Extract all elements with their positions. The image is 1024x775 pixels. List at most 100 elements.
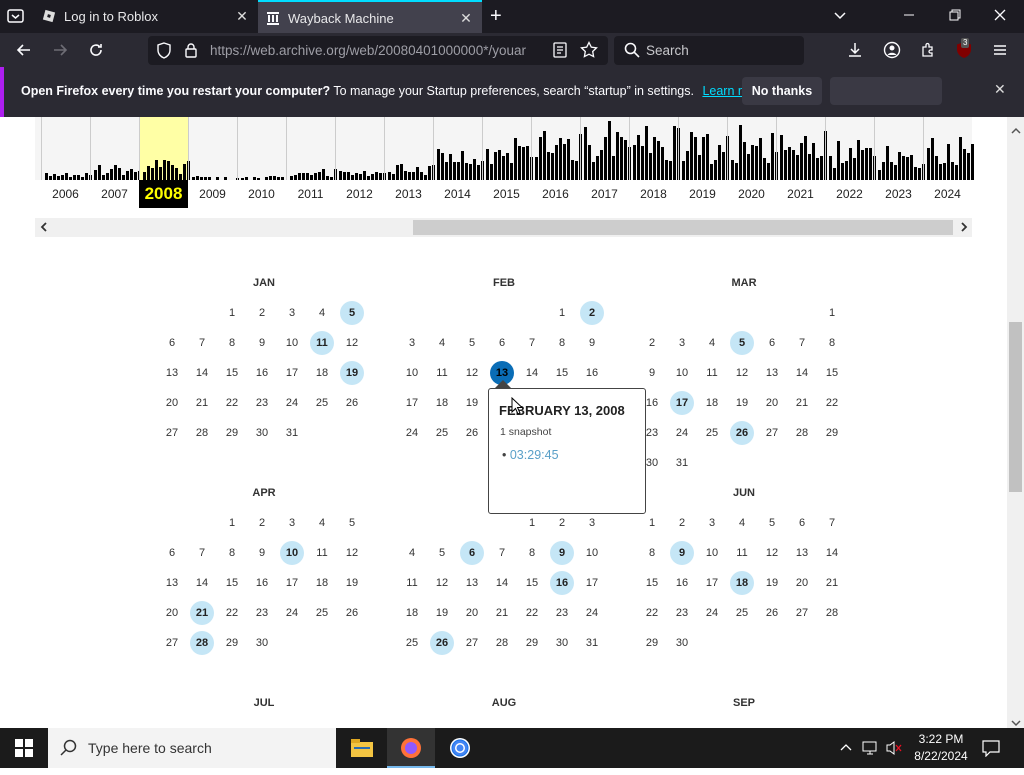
lock-icon[interactable] — [184, 42, 198, 64]
histogram-year-2011[interactable] — [286, 117, 337, 180]
year-2006[interactable]: 2006 — [41, 180, 90, 208]
tab-list-icon[interactable] — [7, 8, 25, 24]
shield-icon[interactable] — [156, 42, 172, 64]
snapshot-day[interactable]: 6 — [460, 541, 484, 565]
year-2024[interactable]: 2024 — [923, 180, 972, 208]
network-icon[interactable] — [862, 740, 878, 761]
close-icon[interactable]: ✕ — [994, 81, 1006, 98]
snapshot-day[interactable]: 18 — [730, 571, 754, 595]
page-scroll-thumb[interactable] — [1009, 322, 1022, 492]
year-2015[interactable]: 2015 — [482, 180, 531, 208]
histogram-year-2017[interactable] — [580, 117, 631, 180]
histogram-year-2007[interactable] — [90, 117, 141, 180]
chevron-up-icon[interactable] — [840, 741, 852, 759]
address-bar[interactable]: https://web.archive.org/web/200804010000… — [148, 36, 608, 65]
notifications-icon[interactable] — [982, 739, 1000, 762]
year-2020[interactable]: 2020 — [727, 180, 776, 208]
snapshot-day[interactable]: 16 — [550, 571, 574, 595]
tab-wayback[interactable]: Wayback Machine ✕ — [258, 0, 482, 33]
snapshot-day[interactable]: 28 — [190, 631, 214, 655]
clock-date[interactable]: 8/22/2024 — [910, 749, 972, 763]
year-2007[interactable]: 2007 — [90, 180, 139, 208]
extensions-icon[interactable] — [916, 38, 940, 62]
snapshot-day[interactable]: 17 — [670, 391, 694, 415]
histogram-year-2014[interactable] — [433, 117, 484, 180]
histogram-year-2019[interactable] — [678, 117, 729, 180]
forward-button[interactable] — [48, 38, 72, 62]
snapshot-day[interactable]: 9 — [550, 541, 574, 565]
histogram-year-2012[interactable] — [335, 117, 386, 180]
ublock-origin-icon[interactable]: 3 — [952, 38, 976, 62]
minimize-button[interactable] — [902, 8, 916, 22]
snapshot-day[interactable]: 10 — [280, 541, 304, 565]
year-2012[interactable]: 2012 — [335, 180, 384, 208]
histogram-year-2009[interactable] — [188, 117, 239, 180]
file-explorer-icon[interactable] — [338, 728, 386, 768]
tab-roblox[interactable]: Log in to Roblox ✕ — [34, 0, 258, 33]
year-2017[interactable]: 2017 — [580, 180, 629, 208]
close-window-button[interactable] — [993, 8, 1007, 22]
histogram-year-2018[interactable] — [629, 117, 680, 180]
histogram-year-2013[interactable] — [384, 117, 435, 180]
taskbar-search[interactable]: Type here to search — [48, 728, 336, 768]
year-2014[interactable]: 2014 — [433, 180, 482, 208]
scroll-left-icon[interactable] — [39, 220, 49, 237]
year-2009[interactable]: 2009 — [188, 180, 237, 208]
chrome-taskbar-icon[interactable] — [436, 728, 484, 768]
snapshot-day[interactable]: 26 — [430, 631, 454, 655]
volume-muted-icon[interactable] — [885, 740, 903, 761]
close-tab-icon[interactable]: ✕ — [458, 10, 474, 26]
snapshot-day[interactable]: 2 — [580, 301, 604, 325]
snapshot-day[interactable]: 5 — [730, 331, 754, 355]
snapshot-time-link[interactable]: 03:29:45 — [502, 448, 559, 462]
scroll-up-icon[interactable] — [1011, 121, 1021, 139]
year-2008[interactable]: 2008 — [139, 180, 188, 208]
reader-view-icon[interactable] — [552, 42, 568, 63]
search-box[interactable]: Search — [614, 36, 804, 65]
secondary-action-button[interactable] — [830, 77, 942, 105]
year-2022[interactable]: 2022 — [825, 180, 874, 208]
year-2023[interactable]: 2023 — [874, 180, 923, 208]
chevron-down-icon[interactable] — [832, 7, 848, 26]
page-scrollbar[interactable] — [1007, 117, 1024, 728]
snapshot-day[interactable]: 11 — [310, 331, 334, 355]
year-2013[interactable]: 2013 — [384, 180, 433, 208]
snapshot-day[interactable]: 5 — [340, 301, 364, 325]
histogram-year-2010[interactable] — [237, 117, 286, 180]
windows-start-icon[interactable] — [0, 728, 48, 768]
firefox-taskbar-icon[interactable] — [387, 728, 435, 768]
reload-button[interactable] — [84, 38, 108, 62]
close-tab-icon[interactable]: ✕ — [234, 8, 250, 24]
snapshot-day[interactable]: 19 — [340, 361, 364, 385]
histogram-year-2023[interactable] — [874, 117, 925, 180]
year-2016[interactable]: 2016 — [531, 180, 580, 208]
histogram-year-2021[interactable] — [776, 117, 827, 180]
scroll-right-icon[interactable] — [959, 220, 969, 239]
downloads-icon[interactable] — [843, 38, 867, 62]
url-text[interactable]: https://web.archive.org/web/200804010000… — [210, 43, 550, 58]
histogram-year-2015[interactable] — [482, 117, 533, 180]
histogram-year-2024[interactable] — [923, 117, 974, 180]
back-button[interactable] — [12, 38, 36, 62]
year-2018[interactable]: 2018 — [629, 180, 678, 208]
histogram-year-2020[interactable] — [727, 117, 778, 180]
restore-button[interactable] — [948, 8, 962, 22]
account-icon[interactable] — [880, 38, 904, 62]
histogram-year-2008[interactable] — [139, 117, 190, 180]
new-tab-button[interactable]: + — [490, 6, 502, 26]
histogram-year-2022[interactable] — [825, 117, 876, 180]
snapshot-day[interactable]: 21 — [190, 601, 214, 625]
snapshot-day[interactable]: 9 — [670, 541, 694, 565]
snapshot-day[interactable]: 26 — [730, 421, 754, 445]
timeline-scroll-thumb[interactable] — [413, 220, 953, 235]
timeline-scrollbar[interactable] — [35, 218, 972, 237]
year-2019[interactable]: 2019 — [678, 180, 727, 208]
no-thanks-button[interactable]: No thanks — [742, 77, 822, 105]
year-2011[interactable]: 2011 — [286, 180, 335, 208]
histogram-year-2006[interactable] — [41, 117, 92, 180]
year-2010[interactable]: 2010 — [237, 180, 286, 208]
bookmark-star-icon[interactable] — [580, 41, 598, 64]
menu-icon[interactable] — [988, 38, 1012, 62]
clock-time[interactable]: 3:22 PM — [918, 732, 964, 746]
year-2021[interactable]: 2021 — [776, 180, 825, 208]
